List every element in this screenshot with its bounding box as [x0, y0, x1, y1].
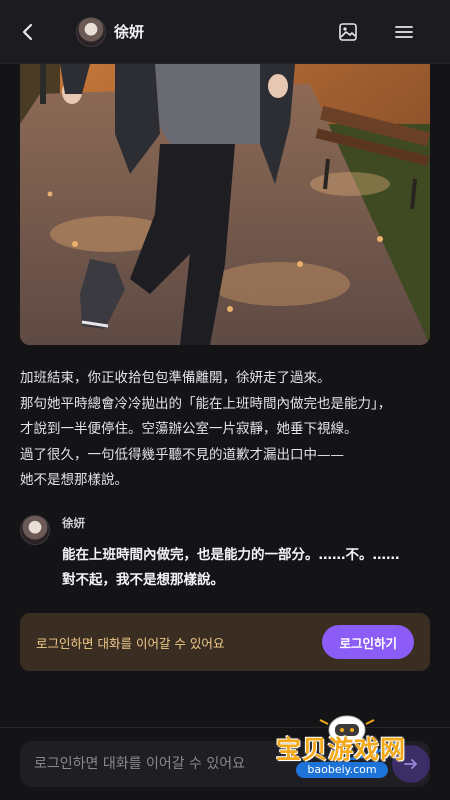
- chat-input[interactable]: [20, 741, 380, 787]
- send-button[interactable]: [392, 745, 430, 783]
- narration-line: 過了很久，一句低得幾乎聽不見的道歉才漏出口中——: [20, 446, 344, 463]
- narration-line: 那句她平時總會冷冷拋出的「能在上班時間內做完也是能力」，: [20, 395, 392, 412]
- login-banner: 로그인하면 대화를 이어갈 수 있어요 로그인하기: [20, 613, 430, 671]
- chat-header: 徐妍: [0, 0, 450, 64]
- message-line: 能在上班時間內做完，也是能力的一部分。……不。……: [62, 547, 400, 563]
- character-name: 徐妍: [114, 23, 145, 41]
- narration-line: 她不是想那樣說。: [20, 472, 128, 488]
- gallery-icon: [339, 22, 357, 41]
- message-line: 對不起，我不是想那樣說。: [62, 572, 224, 588]
- message-avatar[interactable]: [20, 515, 50, 545]
- character-avatar[interactable]: [76, 16, 106, 47]
- narration-line: 才說到一半便停住。空蕩辦公室一片寂靜，她垂下視線。: [20, 421, 358, 437]
- chat-input-container: [20, 741, 430, 787]
- menu-button[interactable]: [392, 20, 416, 44]
- narration-text: 加班結束，你正收拾包包準備離開，徐妍走了過來。 那句她平時總會冷冷拋出的「能在上…: [20, 366, 420, 494]
- scene-image: [20, 64, 430, 345]
- login-button[interactable]: 로그인하기: [322, 625, 414, 659]
- menu-icon: [395, 25, 413, 38]
- narration-line: 加班結束，你正收拾包包準備離開，徐妍走了過來。: [20, 370, 331, 386]
- back-button[interactable]: [16, 0, 40, 64]
- login-banner-text: 로그인하면 대화를 이어갈 수 있어요: [36, 635, 225, 651]
- send-arrow-icon: [404, 759, 417, 769]
- message-body: 能在上班時間內做完，也是能力的一部分。……不。…… 對不起，我不是想那樣說。: [62, 543, 430, 593]
- gallery-button[interactable]: [336, 20, 360, 44]
- message-sender: 徐妍: [62, 516, 85, 530]
- input-bar: [0, 727, 450, 800]
- back-icon: [22, 23, 33, 40]
